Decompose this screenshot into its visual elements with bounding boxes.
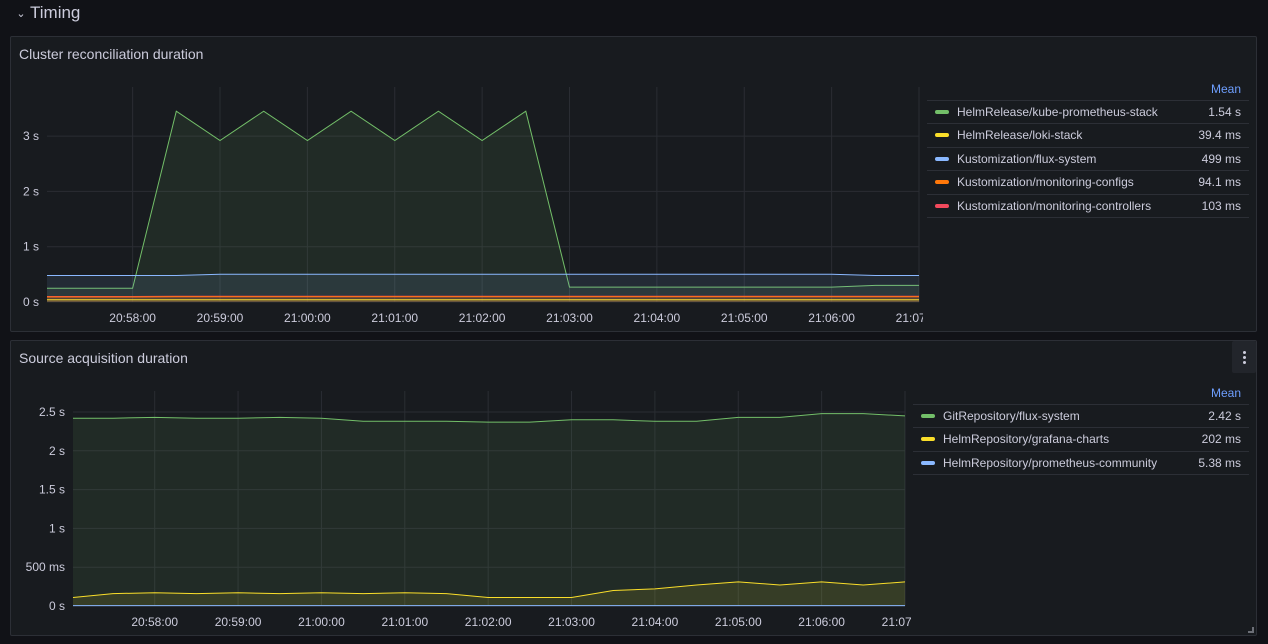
x-tick-label: 20:59:00 xyxy=(215,615,262,629)
x-tick-label: 21:05:00 xyxy=(721,311,768,325)
legend: Mean HelmRelease/kube-prometheus-stack 1.… xyxy=(927,78,1249,218)
legend-item[interactable]: GitRepository/flux-system 2.42 s xyxy=(913,404,1249,428)
x-tick-label: 21:06:00 xyxy=(808,311,855,325)
legend-item[interactable]: HelmRelease/kube-prometheus-stack 1.54 s xyxy=(927,100,1249,124)
series-color-swatch xyxy=(921,437,935,442)
series-color-swatch xyxy=(935,203,949,208)
row-title: Timing xyxy=(30,3,81,22)
x-tick-label: 21:00:00 xyxy=(284,311,331,325)
series-color-swatch xyxy=(935,156,949,161)
series-color-swatch xyxy=(921,460,935,465)
legend: Mean GitRepository/flux-system 2.42 s Helm… xyxy=(913,382,1249,475)
x-tick-label: 21:07:00 xyxy=(896,311,923,325)
legend-series-name: Kustomization/flux-system xyxy=(957,151,1097,166)
legend-series-name: HelmRelease/kube-prometheus-stack xyxy=(957,104,1158,119)
y-tick-label: 2 s xyxy=(23,184,39,198)
legend-mean-value: 5.38 ms xyxy=(1191,451,1249,475)
row-timing-header[interactable]: ⌄ Timing xyxy=(16,2,80,24)
legend-sort-mean[interactable]: Mean xyxy=(927,78,1249,101)
y-tick-label: 2.5 s xyxy=(39,405,65,419)
legend-item[interactable]: HelmRelease/loki-stack 39.4 ms xyxy=(927,123,1249,148)
x-tick-label: 21:05:00 xyxy=(715,615,762,629)
series-color-swatch xyxy=(935,109,949,114)
legend-mean-value: 2.42 s xyxy=(1191,404,1249,428)
y-tick-label: 3 s xyxy=(23,129,39,143)
x-tick-label: 20:58:00 xyxy=(131,615,178,629)
series-area xyxy=(73,413,905,606)
x-tick-label: 21:01:00 xyxy=(381,615,428,629)
x-tick-label: 20:59:00 xyxy=(197,311,244,325)
legend-series-name: HelmRepository/grafana-charts xyxy=(943,432,1110,447)
x-tick-label: 21:02:00 xyxy=(465,615,512,629)
legend-series-name: GitRepository/flux-system xyxy=(943,408,1080,423)
legend-item[interactable]: Kustomization/monitoring-configs 94.1 ms xyxy=(927,170,1249,195)
legend-item[interactable]: Kustomization/monitoring-controllers 103 … xyxy=(927,194,1249,218)
legend-mean-value: 103 ms xyxy=(1191,194,1249,218)
legend-sort-mean[interactable]: Mean xyxy=(913,382,1249,405)
kebab-menu-icon xyxy=(1242,350,1246,364)
x-tick-label: 21:07:00 xyxy=(882,615,911,629)
series-color-swatch xyxy=(935,133,949,138)
x-tick-label: 21:03:00 xyxy=(546,311,593,325)
y-tick-label: 0 s xyxy=(23,295,39,309)
legend-series-name: HelmRepository/prometheus-community xyxy=(943,455,1158,470)
chart-source-acquisition[interactable]: 0 s 500 ms 1 s 1.5 s 2 s 2.5 s 20:58:00 20:59:0… xyxy=(11,341,911,637)
legend-mean-value: 94.1 ms xyxy=(1191,170,1249,195)
chart-cluster-reconciliation[interactable]: 0 s 1 s 2 s 3 s 20:58:00 20:59:00 21:00:00 21:0… xyxy=(11,37,923,333)
legend-mean-value: 1.54 s xyxy=(1191,100,1249,124)
series-color-swatch xyxy=(935,180,949,185)
y-tick-label: 1 s xyxy=(49,521,65,535)
y-tick-label: 2 s xyxy=(49,444,65,458)
legend-series-name: HelmRelease/loki-stack xyxy=(957,128,1083,143)
legend-mean-value: 39.4 ms xyxy=(1191,123,1249,148)
y-tick-label: 1.5 s xyxy=(39,483,65,497)
legend-item[interactable]: Kustomization/flux-system 499 ms xyxy=(927,147,1249,171)
panel-source-acquisition-duration: Source acquisition duration 0 s 500 ms 1 s… xyxy=(10,340,1257,636)
panel-menu-button[interactable] xyxy=(1232,341,1256,373)
x-tick-label: 21:03:00 xyxy=(548,615,595,629)
x-tick-label: 21:06:00 xyxy=(798,615,845,629)
legend-series-name: Kustomization/monitoring-configs xyxy=(957,175,1134,190)
panel-cluster-reconciliation-duration: Cluster reconciliation duration 0 s1 s2 … xyxy=(10,36,1257,332)
x-tick-label: 21:00:00 xyxy=(298,615,345,629)
series-color-swatch xyxy=(921,413,935,418)
x-tick-label: 21:04:00 xyxy=(634,311,681,325)
legend-mean-value: 499 ms xyxy=(1191,147,1249,171)
x-tick-label: 21:04:00 xyxy=(632,615,679,629)
resize-handle[interactable] xyxy=(1248,627,1254,633)
y-tick-label: 1 s xyxy=(23,240,39,254)
legend-mean-value: 202 ms xyxy=(1191,427,1249,452)
legend-item[interactable]: HelmRepository/grafana-charts 202 ms xyxy=(913,427,1249,452)
y-tick-label: 500 ms xyxy=(26,560,65,574)
x-tick-label: 21:01:00 xyxy=(371,311,418,325)
x-tick-label: 21:02:00 xyxy=(459,311,506,325)
legend-series-name: Kustomization/monitoring-controllers xyxy=(957,198,1152,213)
y-tick-label: 0 s xyxy=(49,599,65,613)
legend-item[interactable]: HelmRepository/prometheus-community 5.38 … xyxy=(913,451,1249,475)
chevron-down-icon: ⌄ xyxy=(16,7,26,20)
x-tick-label: 20:58:00 xyxy=(109,311,156,325)
